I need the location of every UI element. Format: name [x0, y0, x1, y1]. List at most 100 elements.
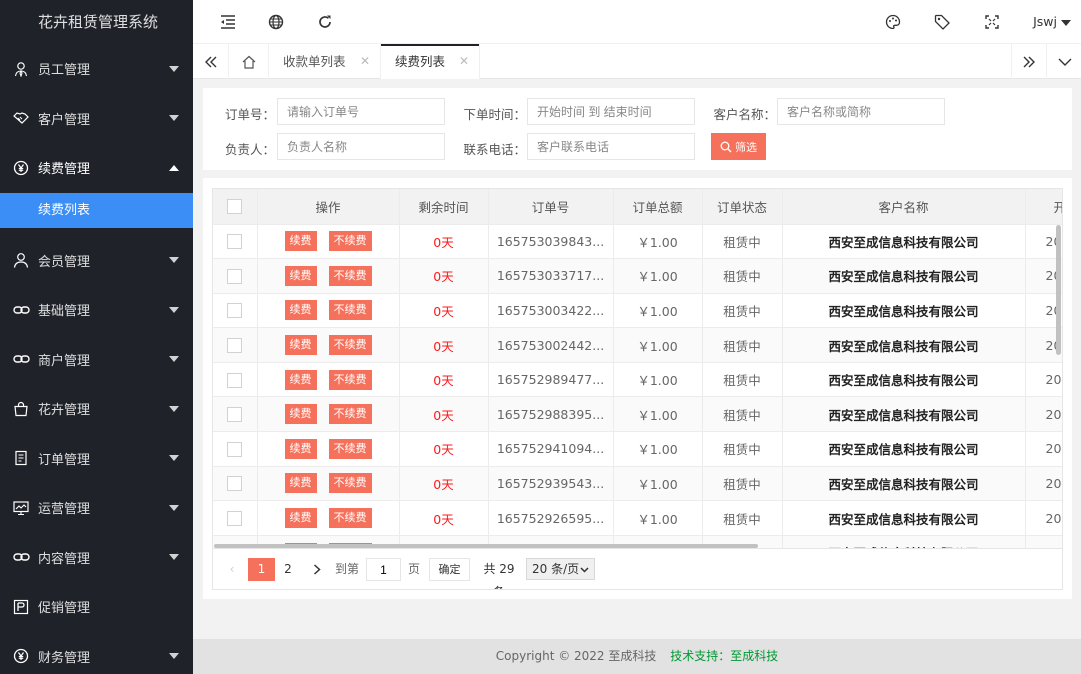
status-cell: 租赁中 — [702, 327, 783, 363]
tab-renewal-list[interactable]: 续费列表 ✕ — [381, 44, 480, 79]
no-renew-button[interactable]: 不续费 — [328, 300, 372, 321]
user-tie-icon — [12, 60, 30, 78]
chevron-down-icon — [169, 306, 179, 313]
filter-button[interactable]: 筛选 — [711, 133, 766, 160]
renew-button[interactable]: 续费 — [284, 369, 317, 390]
row-checkbox[interactable] — [227, 268, 243, 284]
chevron-down-icon — [169, 65, 179, 72]
renew-button[interactable]: 续费 — [284, 508, 317, 529]
manager-input[interactable] — [277, 133, 445, 160]
fullscreen-icon[interactable] — [982, 12, 1002, 32]
row-select-cell — [213, 293, 258, 329]
row-checkbox[interactable] — [227, 476, 243, 492]
row-checkbox[interactable] — [227, 407, 243, 423]
top-header: Jswj — [193, 0, 1081, 44]
status-cell: 租赁中 — [702, 500, 783, 536]
actions-cell: 续费不续费 — [257, 258, 400, 294]
sidebar-item-4[interactable]: 会员管理 — [0, 236, 193, 286]
order-time-range-input[interactable] — [527, 98, 695, 125]
sidebar-subitem-renewal-list[interactable]: 续费列表 — [0, 192, 193, 228]
page-1-button[interactable]: 1 — [248, 558, 275, 581]
renew-button[interactable]: 续费 — [284, 473, 317, 494]
page-number-input[interactable] — [366, 558, 401, 581]
order-no-cell: 165752926595... — [488, 500, 614, 536]
actions-cell: 续费不续费 — [257, 224, 400, 260]
tag-icon[interactable] — [932, 12, 952, 32]
date-cell: 202 — [1025, 396, 1062, 433]
amount-cell: ￥1.00 — [613, 431, 703, 467]
tabs-scroll-right-icon[interactable] — [1011, 44, 1047, 79]
total-count: 共 29 条 — [483, 562, 515, 589]
confirm-page-button[interactable]: 确定 — [429, 558, 470, 581]
status-cell: 租赁中 — [702, 396, 783, 433]
renew-button[interactable]: 续费 — [284, 438, 317, 459]
chevron-down-icon — [169, 504, 179, 511]
tabs-dropdown-icon[interactable] — [1047, 44, 1081, 79]
globe-icon[interactable] — [266, 12, 286, 32]
no-renew-button[interactable]: 不续费 — [328, 369, 372, 390]
page-2-button[interactable]: 2 — [276, 558, 300, 581]
chevron-down-icon — [169, 405, 179, 412]
actions-cell: 续费不续费 — [257, 293, 400, 329]
sidebar-item-6[interactable]: 商户管理 — [0, 335, 193, 385]
no-renew-button[interactable]: 不续费 — [328, 265, 372, 286]
renew-button[interactable]: 续费 — [284, 404, 317, 425]
prev-page-icon[interactable]: ‹ — [225, 558, 239, 581]
row-checkbox[interactable] — [227, 303, 243, 319]
row-checkbox[interactable] — [227, 511, 243, 527]
link-icon — [12, 548, 30, 566]
no-renew-button[interactable]: 不续费 — [328, 335, 372, 356]
user-menu[interactable]: Jswj — [1033, 14, 1071, 29]
sidebar-item-8[interactable]: 订单管理 — [0, 434, 193, 484]
sidebar-item-1[interactable]: 员工管理 — [0, 44, 193, 94]
order-no-label: 订单号： — [224, 107, 275, 122]
no-renew-button[interactable]: 不续费 — [328, 438, 372, 459]
page-size-select[interactable]: 20 条/页 — [526, 558, 595, 580]
no-renew-button[interactable]: 不续费 — [328, 404, 372, 425]
sidebar-item-12[interactable]: 财务管理 — [0, 632, 193, 674]
sidebar-item-11[interactable]: 促销管理 — [0, 582, 193, 632]
next-page-icon[interactable] — [308, 558, 326, 581]
table-row: 续费 不续费 0天 165752941094... ￥1.00 租赁中 西安至成信息科技有限… — [213, 431, 1062, 467]
theme-palette-icon[interactable] — [883, 12, 903, 32]
row-checkbox[interactable] — [227, 338, 243, 354]
customer-cell: 西安至成信息科技有限公司 — [782, 258, 1026, 294]
refresh-icon[interactable] — [315, 12, 335, 32]
customer-name-input[interactable] — [777, 98, 945, 125]
vertical-scrollbar[interactable] — [1056, 225, 1061, 355]
column-header: 订单总额 — [613, 189, 703, 225]
order-no-input[interactable] — [277, 98, 445, 125]
sidebar-item-10[interactable]: 内容管理 — [0, 533, 193, 583]
select-all-checkbox[interactable] — [227, 199, 243, 215]
no-renew-button[interactable]: 不续费 — [328, 473, 372, 494]
close-icon[interactable]: ✕ — [360, 44, 370, 79]
sidebar-item-3[interactable]: 续费管理 — [0, 143, 193, 193]
close-icon[interactable]: ✕ — [459, 44, 469, 79]
row-checkbox[interactable] — [227, 234, 243, 250]
sidebar: 花卉租赁管理系统 员工管理 客户管理 续费管理 续费列表 会员管理 基础管理 商户管理 花卉管… — [0, 0, 193, 674]
renew-button[interactable]: 续费 — [284, 231, 317, 252]
remaining-time-cell: 0天 — [399, 466, 489, 502]
order-no-cell: 165752988395... — [488, 396, 614, 433]
no-renew-button[interactable]: 不续费 — [328, 231, 372, 252]
sidebar-item-5[interactable]: 基础管理 — [0, 285, 193, 335]
tab-receipt-list[interactable]: 收款单列表 ✕ — [269, 44, 381, 79]
renew-button[interactable]: 续费 — [284, 265, 317, 286]
sidebar-item-7[interactable]: 花卉管理 — [0, 384, 193, 434]
sidebar-item-2[interactable]: 客户管理 — [0, 94, 193, 144]
row-checkbox[interactable] — [227, 372, 243, 388]
home-icon[interactable] — [229, 44, 269, 79]
row-select-cell — [213, 362, 258, 398]
phone-input[interactable] — [527, 133, 695, 160]
chevron-down-icon — [580, 567, 589, 573]
row-checkbox[interactable] — [227, 441, 243, 457]
collapse-menu-icon[interactable] — [218, 12, 238, 32]
renew-button[interactable]: 续费 — [284, 335, 317, 356]
renew-button[interactable]: 续费 — [284, 300, 317, 321]
sidebar-item-9[interactable]: 运营管理 — [0, 483, 193, 533]
sidebar-item-label: 运营管理 — [38, 502, 91, 518]
sidebar-item-label: 财务管理 — [38, 650, 91, 666]
no-renew-button[interactable]: 不续费 — [328, 508, 372, 529]
tabs-scroll-left-icon[interactable] — [193, 44, 229, 79]
link-icon — [12, 350, 30, 368]
